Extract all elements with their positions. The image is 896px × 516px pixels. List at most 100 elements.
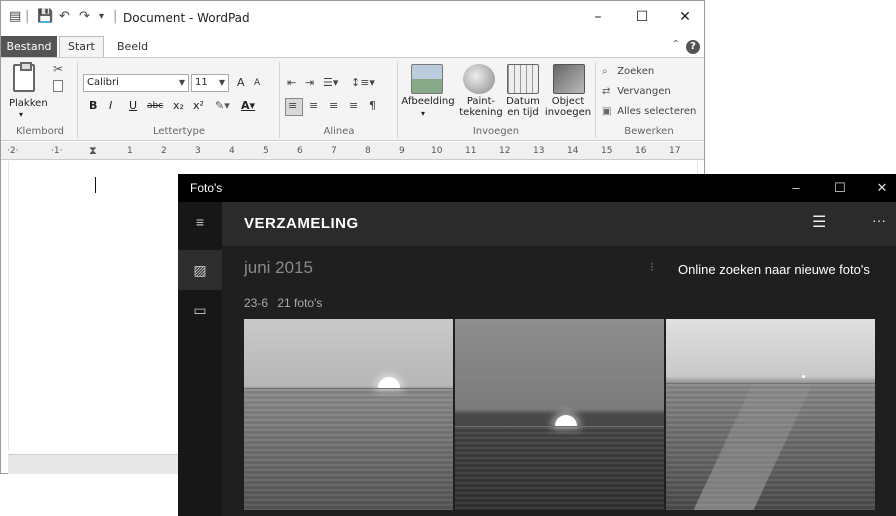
paste-icon[interactable] bbox=[13, 62, 35, 92]
font-family-select[interactable]: Calibri ▼ bbox=[83, 74, 189, 92]
ruler[interactable]: ·2· ·1· ⧗ 1 2 3 4 5 6 7 8 9 10 11 12 13 … bbox=[1, 142, 704, 160]
paste-button[interactable]: Plakken bbox=[9, 98, 48, 109]
justify-icon[interactable]: ≡ bbox=[349, 99, 358, 112]
hamburger-menu-icon[interactable]: ≡ bbox=[178, 202, 222, 242]
collection-icon[interactable]: ▨ bbox=[178, 250, 222, 290]
font-color-icon[interactable]: A▾ bbox=[241, 99, 255, 112]
maximize-button[interactable]: ☐ bbox=[628, 7, 656, 27]
group-label-clipboard: Klembord bbox=[16, 126, 64, 137]
title-bar: ▤ | 💾 ↶ ↷ ▾ | Document - WordPad – ☐ ✕ bbox=[1, 1, 704, 35]
tab-file[interactable]: Bestand bbox=[1, 36, 57, 58]
more-options-button[interactable]: ··· bbox=[872, 212, 886, 228]
group-divider bbox=[279, 62, 280, 138]
customize-quick-access-icon[interactable]: ▾ bbox=[99, 10, 104, 24]
group-label-insert: Invoegen bbox=[472, 126, 520, 137]
minimize-button[interactable]: – bbox=[782, 178, 810, 198]
ruler-mark: 15 bbox=[601, 146, 613, 156]
decrease-indent-icon[interactable]: ⇤ bbox=[287, 76, 296, 89]
cut-icon[interactable]: ✂ bbox=[53, 62, 63, 76]
indent-marker-icon[interactable]: ⧗ bbox=[89, 142, 97, 159]
redo-icon[interactable]: ↷ bbox=[79, 10, 90, 24]
chevron-down-icon: ▼ bbox=[178, 78, 185, 87]
collection-content: juni 2015 ⁝ Online zoeken naar nieuwe fo… bbox=[222, 246, 896, 516]
ruler-mark: 4 bbox=[229, 146, 235, 156]
title-bar: Foto's – ☐ ✕ bbox=[178, 174, 896, 202]
help-icon[interactable]: ? bbox=[686, 40, 700, 54]
replace-button[interactable]: ⇄ Vervangen bbox=[602, 86, 671, 97]
group-label-paragraph: Alinea bbox=[323, 126, 355, 137]
close-button[interactable]: ✕ bbox=[868, 178, 896, 198]
paste-dropdown-icon[interactable]: ▾ bbox=[19, 110, 23, 119]
photo-count: 21 foto's bbox=[277, 296, 323, 310]
ruler-mark: 13 bbox=[533, 146, 545, 156]
find-button[interactable]: ⌕ Zoeken bbox=[602, 66, 654, 77]
document-icon: ▤ bbox=[9, 9, 22, 24]
replace-icon: ⇄ bbox=[602, 86, 611, 97]
strikethrough-button[interactable]: abc bbox=[147, 101, 163, 111]
select-all-button[interactable]: ▣ Alles selecteren bbox=[602, 106, 696, 117]
ruler-mark: 1 bbox=[127, 146, 133, 156]
window-title: Document - WordPad bbox=[123, 11, 250, 25]
sea-waves bbox=[244, 389, 453, 510]
group-label-editing: Bewerken bbox=[624, 126, 674, 137]
binoculars-icon: ⌕ bbox=[602, 66, 608, 77]
sun bbox=[555, 415, 577, 426]
date-label: 23-6 bbox=[244, 296, 269, 310]
ruler-mark: 9 bbox=[399, 146, 405, 156]
calendar-clock-icon[interactable] bbox=[507, 64, 539, 94]
paint-drawing-button[interactable]: Paint-tekening bbox=[459, 96, 503, 118]
photo-thumbnail[interactable] bbox=[244, 319, 453, 510]
ruler-mark: 8 bbox=[365, 146, 371, 156]
ruler-mark: 16 bbox=[635, 146, 647, 156]
ruler-mark: 7 bbox=[331, 146, 337, 156]
superscript-button[interactable]: x² bbox=[193, 99, 204, 112]
albums-icon[interactable]: ▭ bbox=[178, 290, 222, 330]
align-right-icon[interactable]: ≡ bbox=[329, 99, 338, 112]
undo-icon[interactable]: ↶ bbox=[59, 10, 70, 24]
date-time-button[interactable]: Datum en tijd bbox=[501, 96, 545, 118]
paragraph-settings-icon[interactable]: ¶ bbox=[369, 99, 376, 112]
line-spacing-icon[interactable]: ↕≡▾ bbox=[351, 76, 375, 89]
minimize-ribbon-icon[interactable]: ⌃ bbox=[672, 39, 680, 50]
group-divider bbox=[397, 62, 398, 138]
ruler-mark: 2 bbox=[161, 146, 167, 156]
header: VERZAMELING ☰ ··· bbox=[222, 202, 896, 246]
close-button[interactable]: ✕ bbox=[671, 7, 699, 27]
italic-button[interactable]: I bbox=[109, 99, 112, 112]
align-center-icon[interactable]: ≡ bbox=[309, 99, 318, 112]
page-title: VERZAMELING bbox=[244, 215, 359, 232]
separator: | bbox=[113, 9, 118, 24]
bullets-icon[interactable]: ☰▾ bbox=[323, 76, 338, 89]
object-icon[interactable] bbox=[553, 64, 585, 94]
tab-view[interactable]: Beeld bbox=[117, 36, 148, 58]
sea-waves bbox=[455, 427, 664, 510]
photo-thumbnail[interactable] bbox=[666, 319, 875, 510]
group-label-font: Lettertype bbox=[153, 126, 205, 137]
distant-light bbox=[802, 375, 805, 378]
ruler-mark: 6 bbox=[297, 146, 303, 156]
maximize-button[interactable]: ☐ bbox=[826, 178, 854, 198]
tab-home[interactable]: Start bbox=[59, 36, 104, 58]
insert-picture-button[interactable]: Afbeelding bbox=[401, 96, 455, 107]
photo-thumbnail[interactable] bbox=[455, 319, 664, 510]
select-list-icon[interactable]: ☰ bbox=[812, 212, 826, 232]
shrink-font-button[interactable]: A bbox=[254, 78, 260, 88]
save-icon[interactable]: 💾 bbox=[37, 10, 53, 24]
month-heading[interactable]: juni 2015 bbox=[244, 258, 313, 278]
increase-indent-icon[interactable]: ⇥ bbox=[305, 76, 314, 89]
minimize-button[interactable]: – bbox=[584, 7, 612, 27]
ruler-mark: 14 bbox=[567, 146, 579, 156]
underline-button[interactable]: U bbox=[129, 99, 137, 112]
subscript-button[interactable]: x₂ bbox=[173, 99, 184, 112]
nav-rail: ≡ ▨ ▭ bbox=[178, 202, 222, 516]
paint-palette-icon[interactable] bbox=[463, 64, 495, 94]
photos-window: Foto's – ☐ ✕ ≡ ▨ ▭ VERZAMELING ☰ ··· jun… bbox=[178, 174, 896, 516]
font-size-select[interactable]: 11 ▼ bbox=[191, 74, 229, 92]
highlight-icon[interactable]: ✎▾ bbox=[215, 99, 230, 112]
insert-object-button[interactable]: Object invoegen bbox=[543, 96, 593, 118]
picture-icon[interactable] bbox=[411, 64, 443, 94]
font-size-value: 11 bbox=[195, 77, 208, 88]
copy-icon[interactable] bbox=[53, 80, 63, 92]
bold-button[interactable]: B bbox=[89, 99, 97, 112]
grow-font-button[interactable]: A bbox=[237, 76, 245, 89]
